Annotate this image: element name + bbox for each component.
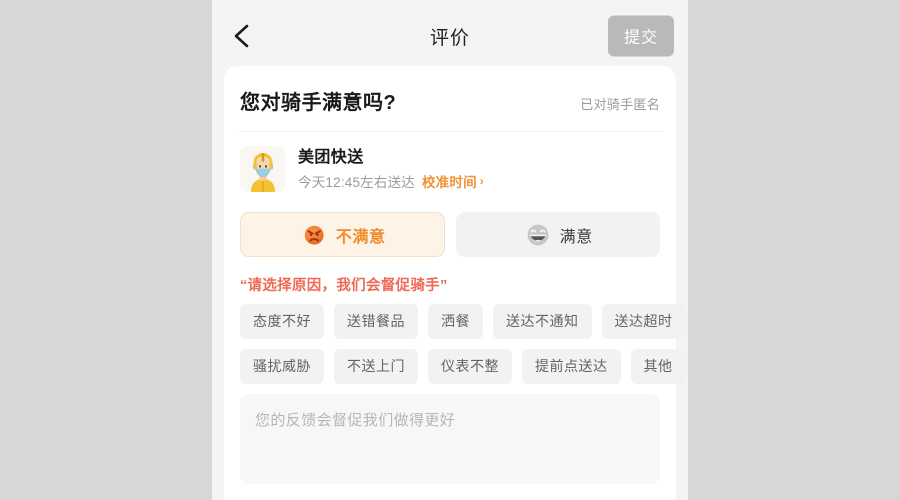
reason-tag-list: 态度不好 送错餐品 洒餐 送达不通知 送达超时 骚扰威胁 不送上门 仪表不整 提… [238, 304, 686, 384]
calibrate-time-link[interactable]: 校准时间 › [422, 171, 484, 191]
rating-label-satisfied: 满意 [559, 228, 593, 246]
reason-tag[interactable]: 洒餐 [428, 304, 483, 339]
calibrate-label: 校准时间 [421, 175, 477, 191]
anonymous-note: 已对骑手匿名 [580, 97, 660, 112]
rider-name: 美团快送 [298, 148, 364, 166]
reason-tag[interactable]: 送错餐品 [334, 304, 418, 339]
reason-tag[interactable]: 不送上门 [334, 349, 418, 384]
rating-label-dissatisfied: 不满意 [335, 228, 386, 246]
reason-tag[interactable]: 送达不通知 [493, 304, 592, 339]
reason-tag[interactable]: 骚扰威胁 [240, 349, 324, 384]
reason-tag-row: 态度不好 送错餐品 洒餐 送达不通知 送达超时 [240, 304, 686, 339]
chevron-right-icon: › [479, 174, 484, 189]
rating-option-dissatisfied[interactable]: 不满意 [240, 212, 445, 257]
feedback-input[interactable]: 您的反馈会督促我们做得更好 [240, 394, 660, 484]
rider-row: 美团快送 今天12:45左右送达 校准时间 › [238, 132, 662, 200]
navigation-bar: 评价 提交 [212, 0, 688, 72]
courier-avatar-icon [240, 146, 286, 192]
reason-hint: “请选择原因，我们会督促骑手” [240, 278, 448, 294]
rating-options: 不满意 满意 [238, 200, 662, 257]
back-button[interactable] [224, 18, 260, 54]
reason-tag[interactable]: 提前点送达 [522, 349, 621, 384]
reason-tag[interactable]: 仪表不整 [428, 349, 512, 384]
reason-tag[interactable]: 态度不好 [240, 304, 324, 339]
submit-button[interactable]: 提交 [607, 15, 674, 57]
feedback-placeholder: 您的反馈会督促我们做得更好 [255, 412, 456, 429]
phone-screen: 评价 提交 您对骑手满意吗? 已对骑手匿名 美团快送 今天12:45左右送达 校… [212, 0, 688, 500]
rider-eta-row: 今天12:45左右送达 校准时间 › [298, 171, 484, 191]
smiling-face-icon [523, 220, 553, 250]
rider-info: 美团快送 今天12:45左右送达 校准时间 › [298, 147, 484, 192]
reason-tag[interactable]: 送达超时 [601, 304, 686, 339]
question-title: 您对骑手满意吗? [240, 92, 397, 114]
chevron-left-icon [232, 23, 252, 49]
evaluation-card: 您对骑手满意吗? 已对骑手匿名 美团快送 今天12:45左右送达 校准时间 › … [224, 66, 686, 500]
card-header: 您对骑手满意吗? 已对骑手匿名 [238, 66, 662, 132]
angry-face-icon [299, 220, 329, 250]
eta-text: 今天12:45左右送达 [298, 175, 415, 191]
reason-tag[interactable]: 其他 [630, 349, 686, 384]
rating-option-satisfied[interactable]: 满意 [455, 212, 660, 257]
reason-tag-row: 骚扰威胁 不送上门 仪表不整 提前点送达 其他 [240, 349, 686, 384]
